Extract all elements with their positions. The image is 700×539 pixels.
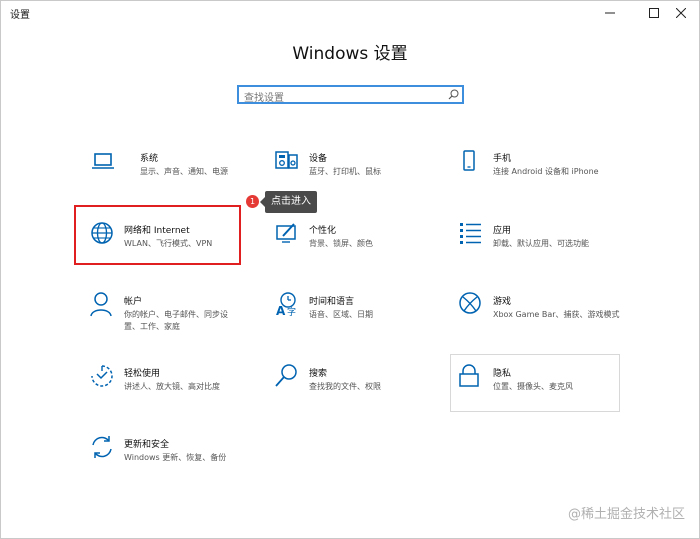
tile-title: 手机 bbox=[493, 154, 512, 164]
close-icon bbox=[676, 8, 686, 18]
tile-title: 更新和安全 bbox=[124, 440, 170, 450]
maximize-icon bbox=[649, 8, 659, 18]
laptop-icon bbox=[92, 153, 114, 169]
tile-title: 轻松使用 bbox=[124, 369, 161, 379]
phone-icon bbox=[463, 150, 475, 171]
tile-subtitle: Windows 更新、恢复、备份 bbox=[124, 453, 227, 462]
globe-icon bbox=[91, 222, 113, 244]
tile-subtitle: 查找我的文件、权限 bbox=[309, 382, 381, 391]
tile-update-security[interactable]: 更新和安全 Windows 更新、恢复、备份 bbox=[90, 435, 258, 495]
lock-icon bbox=[459, 364, 479, 387]
tile-subtitle: 蓝牙、打印机、鼠标 bbox=[309, 167, 381, 176]
tile-title: 隐私 bbox=[493, 369, 512, 379]
search-icon bbox=[275, 364, 297, 387]
tile-title: 搜索 bbox=[309, 369, 328, 379]
step-badge: 1 bbox=[246, 195, 259, 208]
title-bar[interactable]: 设置 bbox=[1, 1, 699, 25]
tile-title: 网络和 Internet bbox=[124, 226, 190, 236]
tile-ease-of-access[interactable]: 轻松使用 讲述人、放大镜、高对比度 bbox=[90, 364, 258, 424]
tile-network[interactable]: 网络和 Internet WLAN、飞行模式、VPN bbox=[90, 221, 258, 281]
devices-icon bbox=[275, 151, 298, 169]
watermark: @稀土掘金技术社区 bbox=[567, 507, 685, 522]
xbox-icon bbox=[459, 292, 481, 314]
svg-text:字: 字 bbox=[287, 306, 296, 318]
search-input[interactable]: 查找设置 bbox=[237, 85, 464, 104]
tile-subtitle: 卸载、默认应用、可选功能 bbox=[493, 239, 589, 248]
window-title: 设置 bbox=[10, 10, 30, 21]
tile-title: 帐户 bbox=[124, 297, 143, 307]
callout-tooltip: 点击进入 bbox=[260, 191, 317, 213]
close-button[interactable] bbox=[664, 1, 698, 25]
tile-phone[interactable]: 手机 连接 Android 设备和 iPhone bbox=[461, 149, 629, 209]
search-placeholder: 查找设置 bbox=[244, 93, 284, 104]
apps-list-icon bbox=[460, 223, 481, 244]
tile-title: 系统 bbox=[140, 154, 159, 164]
tile-subtitle: Xbox Game Bar、捕获、游戏模式 bbox=[493, 310, 620, 319]
tile-gaming[interactable]: 游戏 Xbox Game Bar、捕获、游戏模式 bbox=[459, 292, 627, 352]
tile-title: 个性化 bbox=[309, 226, 337, 236]
tile-title: 时间和语言 bbox=[309, 297, 355, 307]
tile-accounts[interactable]: 帐户 你的帐户、电子邮件、同步设置、工作、家庭 bbox=[90, 292, 258, 352]
tile-title: 游戏 bbox=[493, 297, 512, 307]
search-icon[interactable] bbox=[448, 89, 459, 100]
settings-window: 设置 Windows 设置 查找设置 系统 显示、声音、通知、电源 设备 蓝牙、… bbox=[0, 0, 700, 539]
tile-time-language[interactable]: A 字 时间和语言 语音、区域、日期 bbox=[275, 292, 443, 352]
tile-subtitle: 语音、区域、日期 bbox=[309, 310, 373, 319]
tile-subtitle: 显示、声音、通知、电源 bbox=[140, 167, 228, 176]
tile-subtitle: WLAN、飞行模式、VPN bbox=[124, 239, 213, 248]
tile-subtitle: 你的帐户、电子邮件、同步设置、工作、家庭 bbox=[124, 310, 228, 331]
tile-subtitle: 位置、摄像头、麦克风 bbox=[493, 382, 573, 391]
page-title: Windows 设置 bbox=[292, 44, 408, 64]
tile-subtitle: 背景、锁屏、颜色 bbox=[309, 239, 373, 248]
time-language-icon: A 字 bbox=[276, 292, 296, 318]
tile-system[interactable]: 系统 显示、声音、通知、电源 bbox=[90, 149, 258, 209]
pen-screen-icon bbox=[276, 223, 296, 243]
minimize-icon bbox=[605, 12, 615, 14]
minimize-button[interactable] bbox=[593, 1, 627, 25]
tile-title: 应用 bbox=[493, 226, 512, 236]
person-icon bbox=[90, 292, 112, 317]
sync-icon bbox=[92, 436, 112, 458]
tile-subtitle: 讲述人、放大镜、高对比度 bbox=[124, 382, 220, 391]
svg-text:A: A bbox=[276, 304, 286, 318]
tile-personalization[interactable]: 个性化 背景、锁屏、颜色 bbox=[275, 221, 443, 281]
ease-of-access-icon bbox=[91, 365, 113, 387]
tile-subtitle: 连接 Android 设备和 iPhone bbox=[493, 167, 599, 176]
tile-apps[interactable]: 应用 卸载、默认应用、可选功能 bbox=[459, 221, 627, 281]
tile-title: 设备 bbox=[309, 154, 328, 164]
tile-privacy[interactable]: 隐私 位置、摄像头、麦克风 bbox=[459, 364, 627, 424]
tile-search[interactable]: 搜索 查找我的文件、权限 bbox=[275, 364, 443, 424]
